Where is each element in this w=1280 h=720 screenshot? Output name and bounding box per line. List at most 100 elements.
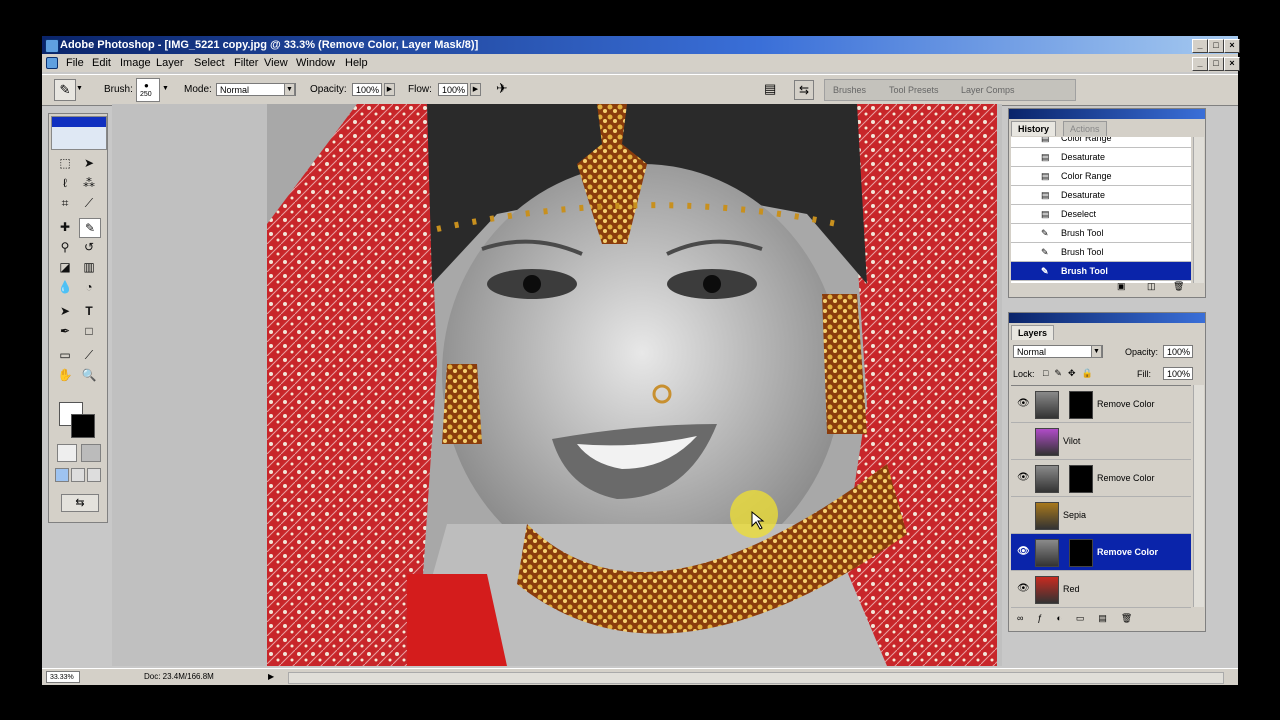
screen-mode-full-menu-icon[interactable] — [71, 468, 85, 482]
airbrush-icon[interactable]: ✈ — [496, 80, 508, 97]
eye-icon[interactable]: 👁 — [1017, 386, 1030, 422]
adobe-online-icon[interactable] — [51, 116, 107, 150]
minimize-button[interactable]: _ — [1192, 39, 1208, 53]
layer-row[interactable]: 👁 Remove Color — [1011, 534, 1191, 571]
flow-input[interactable]: 100% — [438, 83, 468, 96]
status-menu-icon[interactable]: ▶ — [268, 669, 274, 685]
history-item[interactable]: ✎ Brush Tool — [1011, 262, 1191, 281]
new-document-icon[interactable]: ◫ — [1147, 281, 1156, 292]
jump-to-imageready-icon[interactable]: ⇆ — [61, 494, 99, 512]
brush-size-picker[interactable]: ● 250 — [136, 78, 160, 102]
layer-mask-thumbnail[interactable] — [1069, 391, 1093, 419]
palette-well-tool-presets[interactable]: Tool Presets — [889, 85, 939, 95]
layer-mask-thumbnail[interactable] — [1069, 539, 1093, 567]
layer-opacity-input[interactable]: 100% — [1163, 345, 1193, 358]
layer-row[interactable]: 👁 Remove Color — [1011, 386, 1191, 423]
blend-dropdown-icon[interactable]: ▼ — [1091, 345, 1102, 358]
notes-icon[interactable]: ▭ — [55, 346, 75, 364]
mode-dropdown-icon[interactable]: ▼ — [284, 83, 295, 96]
eyedropper-icon[interactable]: ⟋ — [79, 346, 99, 364]
move-icon[interactable]: ➤ — [79, 154, 99, 172]
screen-mode-standard-icon[interactable] — [55, 468, 69, 482]
menu-file[interactable]: File — [66, 54, 84, 72]
delete-state-icon[interactable]: 🗑 — [1173, 281, 1184, 292]
menu-edit[interactable]: Edit — [92, 54, 111, 72]
history-item[interactable]: ▤ Desaturate — [1011, 148, 1191, 167]
brush-preset-icon[interactable]: ✎ — [54, 79, 76, 101]
layer-row[interactable]: Sepia — [1011, 497, 1191, 534]
layer-action-icons[interactable]: ∞ƒ◐▭▤🗑 — [1017, 613, 1146, 624]
palette-well-layer-comps[interactable]: Layer Comps — [961, 85, 1015, 95]
slice-icon[interactable]: ⟋ — [79, 194, 99, 212]
gradient-icon[interactable]: ▥ — [79, 258, 99, 276]
tab-history[interactable]: History — [1011, 121, 1057, 136]
brush-dropdown-icon[interactable]: ▼ — [162, 85, 169, 92]
history-item[interactable]: ▤ Color Range — [1011, 167, 1191, 186]
healing-brush-icon[interactable]: ✚ — [55, 218, 75, 236]
eye-icon[interactable]: 👁 — [1017, 571, 1030, 607]
zoom-level-input[interactable]: 33.33% — [46, 671, 80, 683]
blur-icon[interactable]: 💧 — [55, 278, 75, 296]
doc-minimize-button[interactable]: _ — [1192, 57, 1208, 71]
doc-restore-button[interactable]: □ — [1208, 57, 1224, 71]
layer-mask-thumbnail[interactable] — [1069, 465, 1093, 493]
menu-view[interactable]: View — [264, 54, 288, 72]
path-selection-icon[interactable]: ➤ — [55, 302, 75, 320]
hand-icon[interactable]: ✋ — [55, 366, 75, 384]
history-scrollbar[interactable] — [1193, 137, 1204, 283]
file-browser-icon[interactable]: ▤ — [764, 81, 776, 97]
maximize-button[interactable]: □ — [1208, 39, 1224, 53]
close-button[interactable]: × — [1224, 39, 1240, 53]
history-brush-icon[interactable]: ↺ — [79, 238, 99, 256]
menu-select[interactable]: Select — [194, 54, 225, 72]
new-snapshot-icon[interactable]: ▣ — [1117, 281, 1126, 292]
crop-icon[interactable]: ⌗ — [55, 194, 75, 212]
layer-row[interactable]: Vilot — [1011, 423, 1191, 460]
opacity-slider-icon[interactable]: ▶ — [384, 83, 395, 96]
quick-mask-icon[interactable] — [81, 444, 101, 462]
lasso-icon[interactable]: ℓ — [55, 174, 75, 192]
menu-help[interactable]: Help — [345, 54, 368, 72]
dodge-icon[interactable]: ◔ — [79, 278, 99, 296]
pen-icon[interactable]: ✒ — [55, 322, 75, 340]
shape-icon[interactable]: □ — [79, 322, 99, 340]
palette-toggle-icon[interactable]: ⇆ — [794, 80, 814, 100]
flow-slider-icon[interactable]: ▶ — [470, 83, 481, 96]
layer-row[interactable]: 👁 Red — [1011, 571, 1191, 608]
menu-image[interactable]: Image — [120, 54, 151, 72]
tab-actions[interactable]: Actions — [1063, 121, 1107, 136]
marquee-icon[interactable]: ⬚ — [55, 154, 75, 172]
type-icon[interactable]: T — [79, 302, 99, 320]
brush-tool-icon[interactable]: ✎ — [79, 218, 101, 238]
lock-icons[interactable]: □✎✥🔒 — [1043, 368, 1099, 379]
screen-mode-full-icon[interactable] — [87, 468, 101, 482]
eye-icon[interactable]: 👁 — [1017, 460, 1030, 496]
zoom-icon[interactable]: 🔍 — [79, 366, 99, 384]
magic-wand-icon[interactable]: ⁂ — [79, 174, 99, 192]
clone-stamp-icon[interactable]: ⚲ — [55, 238, 75, 256]
eye-icon[interactable]: 👁 — [1017, 534, 1030, 570]
layer-row[interactable]: 👁 Remove Color — [1011, 460, 1191, 497]
menu-layer[interactable]: Layer — [156, 54, 184, 72]
history-item[interactable]: ▤ Deselect — [1011, 205, 1191, 224]
opacity-input[interactable]: 100% — [352, 83, 382, 96]
history-item[interactable]: ▤ Color Range — [1011, 137, 1191, 148]
history-item[interactable]: ▤ Desaturate — [1011, 186, 1191, 205]
doc-close-button[interactable]: × — [1224, 57, 1240, 71]
standard-mode-icon[interactable] — [57, 444, 77, 462]
foreground-color-swatch[interactable] — [71, 414, 95, 438]
menu-window[interactable]: Window — [296, 54, 335, 72]
menu-filter[interactable]: Filter — [234, 54, 258, 72]
history-item[interactable]: ✎ Brush Tool — [1011, 224, 1191, 243]
fill-input[interactable]: 100% — [1163, 367, 1193, 380]
tab-layers[interactable]: Layers — [1011, 325, 1055, 340]
eraser-icon[interactable]: ◪ — [55, 258, 75, 276]
layer-blend-mode-select[interactable]: Normal — [1013, 345, 1103, 358]
preset-dropdown-icon[interactable]: ▼ — [76, 85, 83, 92]
document-image[interactable] — [267, 104, 997, 666]
horizontal-scrollbar[interactable] — [288, 672, 1224, 684]
layers-scrollbar[interactable] — [1193, 385, 1204, 607]
palette-well-brushes[interactable]: Brushes — [833, 85, 866, 95]
layer-thumbnail — [1035, 465, 1059, 493]
history-item[interactable]: ✎ Brush Tool — [1011, 243, 1191, 262]
